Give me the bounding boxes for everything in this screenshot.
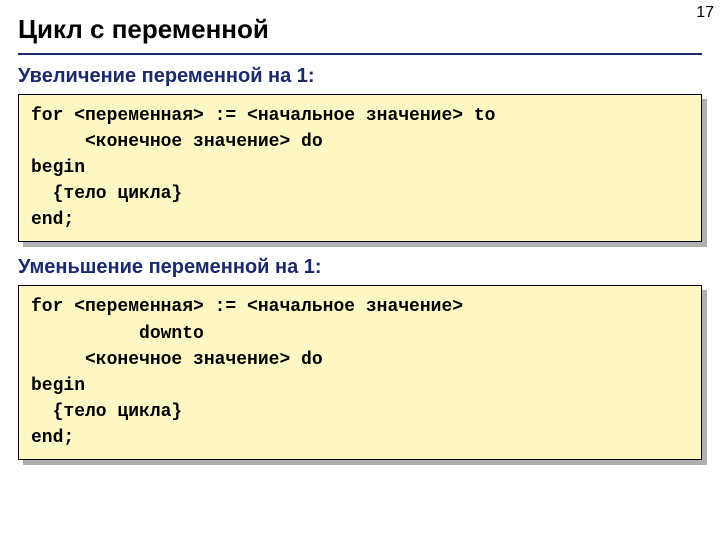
- page-number: 17: [696, 4, 714, 22]
- section2-heading: Уменьшение переменной на 1:: [18, 256, 702, 279]
- codebox-2-wrap: for <переменная> := <начальное значение>…: [18, 285, 702, 460]
- codebox-1-wrap: for <переменная> := <начальное значение>…: [18, 94, 702, 242]
- codebox-2: for <переменная> := <начальное значение>…: [18, 285, 702, 460]
- title-underline: [18, 53, 702, 55]
- codebox-1: for <переменная> := <начальное значение>…: [18, 94, 702, 242]
- slide-title: Цикл с переменной: [18, 10, 702, 53]
- section1-heading: Увеличение переменной на 1:: [18, 65, 702, 88]
